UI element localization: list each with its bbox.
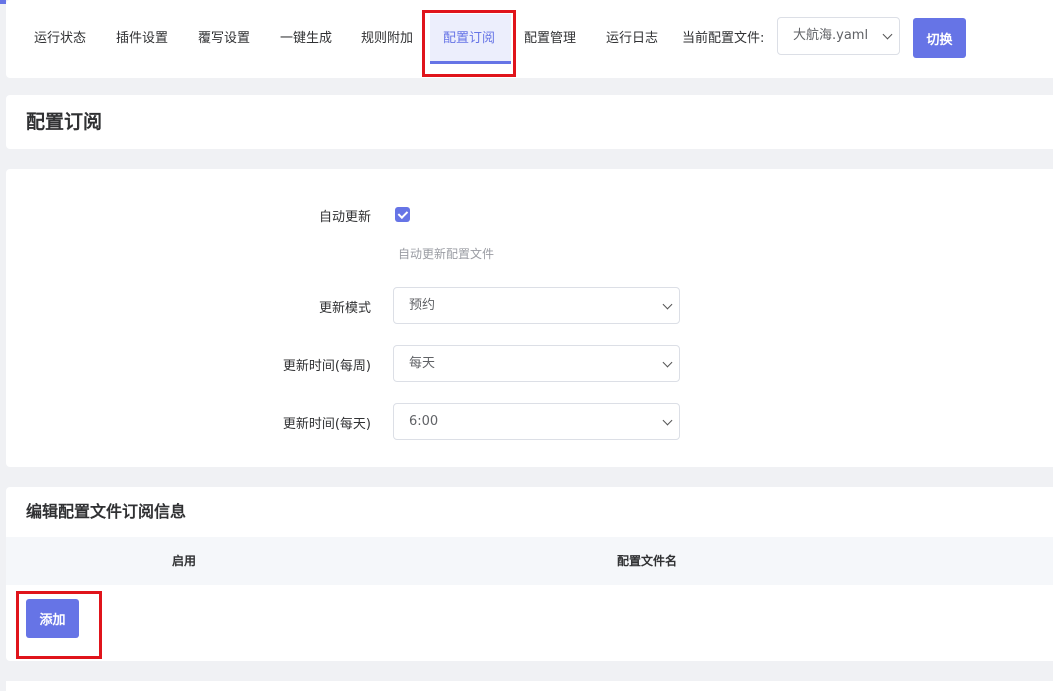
auto-update-label: 自动更新 xyxy=(318,210,371,225)
daily-time-label: 更新时间(每天) xyxy=(282,417,371,432)
section-title-card: 配置订阅 xyxy=(6,95,1053,149)
tab-override-settings[interactable]: 覆写设置 xyxy=(198,0,250,78)
tab-rule-append[interactable]: 规则附加 xyxy=(361,0,413,78)
auto-update-hint: 自动更新配置文件 xyxy=(398,247,495,261)
tab-config-subscription[interactable]: 配置订阅 xyxy=(443,0,495,78)
chevron-down-icon xyxy=(662,415,673,425)
page-title: 配置订阅 xyxy=(26,111,103,133)
current-profile-label: 当前配置文件: xyxy=(682,31,765,46)
daily-time-select[interactable]: 6:00 xyxy=(393,403,680,440)
column-header-profile-name: 配置文件名 xyxy=(617,554,678,568)
update-mode-label: 更新模式 xyxy=(318,301,371,316)
chevron-down-icon xyxy=(662,299,673,309)
update-mode-value: 预约 xyxy=(409,298,436,313)
tab-one-click-generate[interactable]: 一键生成 xyxy=(280,0,332,78)
bottom-card-edge xyxy=(6,681,1053,691)
update-mode-select[interactable]: 预约 xyxy=(393,287,680,324)
weekly-time-select[interactable]: 每天 xyxy=(393,345,680,382)
table-header: 启用 配置文件名 xyxy=(6,537,1053,585)
profile-select-value: 大航海.yaml xyxy=(793,28,869,43)
subscription-table-title: 编辑配置文件订阅信息 xyxy=(26,502,187,521)
weekly-time-value: 每天 xyxy=(409,356,436,371)
switch-profile-button[interactable]: 切换 xyxy=(913,18,966,58)
tab-plugin-settings[interactable]: 插件设置 xyxy=(116,0,168,78)
chevron-down-icon xyxy=(662,357,673,367)
chevron-down-icon xyxy=(882,29,893,40)
column-header-enabled: 启用 xyxy=(172,554,197,568)
update-settings-form: 自动更新 自动更新配置文件 更新模式 预约 更新时间(每周) 每天 更新时间(每… xyxy=(6,169,1053,467)
profile-select[interactable]: 大航海.yaml xyxy=(777,17,900,55)
tab-run-log[interactable]: 运行日志 xyxy=(606,0,658,78)
tab-config-management[interactable]: 配置管理 xyxy=(524,0,576,78)
add-subscription-button[interactable]: 添加 xyxy=(26,599,79,638)
daily-time-value: 6:00 xyxy=(409,414,439,429)
subscription-table-card: 编辑配置文件订阅信息 启用 配置文件名 添加 xyxy=(6,487,1053,661)
top-nav-bar: 运行状态 插件设置 覆写设置 一键生成 规则附加 配置订阅 配置管理 运行日志 … xyxy=(6,0,1053,78)
auto-update-checkbox[interactable] xyxy=(395,207,410,222)
weekly-time-label: 更新时间(每周) xyxy=(282,359,371,374)
tab-run-status[interactable]: 运行状态 xyxy=(34,0,86,78)
